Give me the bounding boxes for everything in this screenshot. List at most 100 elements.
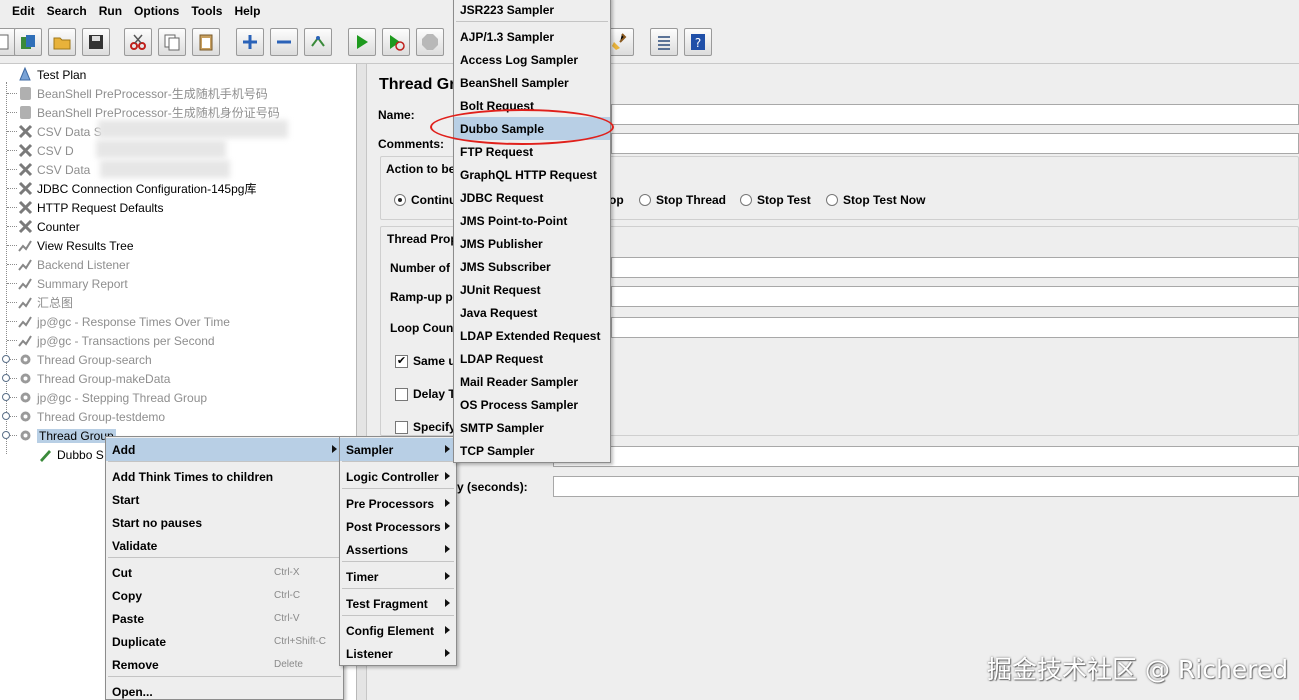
start-button[interactable] [348,28,376,56]
radio-stop-thread[interactable]: Stop Thread [639,193,726,207]
tree-expand-toggle[interactable] [2,431,10,439]
sampler-submenu-item[interactable]: Mail Reader Sampler [454,370,610,393]
function-helper-button[interactable] [650,28,678,56]
context-menu-item[interactable]: Add Think Times to children [106,465,343,488]
context-menu-item[interactable]: Validate [106,534,343,557]
collapse-all-button[interactable] [270,28,298,56]
tree-node[interactable]: jp@gc - Stepping Thread Group [16,388,207,407]
copy-button[interactable] [158,28,186,56]
num-threads-field[interactable] [611,257,1299,278]
save-button[interactable] [82,28,110,56]
sampler-submenu-item[interactable]: GraphQL HTTP Request [454,163,610,186]
sampler-submenu-item[interactable]: LDAP Extended Request [454,324,610,347]
sampler-submenu-item[interactable]: Java Request [454,301,610,324]
add-submenu-item[interactable]: Assertions [340,538,456,561]
comments-field[interactable] [611,133,1299,154]
add-submenu-item[interactable]: Logic Controller [340,465,456,488]
tree-node[interactable]: CSV Data S [16,122,102,141]
sampler-submenu-item[interactable]: LDAP Request [454,347,610,370]
sampler-submenu-item[interactable]: OS Process Sampler [454,393,610,416]
radio-stop[interactable]: op [609,193,624,207]
sampler-submenu-item[interactable]: JMS Point-to-Point [454,209,610,232]
tree-node[interactable]: Counter [16,217,80,236]
templates-button[interactable] [14,28,42,56]
tree-node[interactable]: Thread Group-search [16,350,152,369]
delay-label: Delay T [413,387,456,401]
menu-search[interactable]: Search [39,4,91,18]
sampler-submenu-item[interactable]: TCP Sampler [454,439,610,462]
submenu-arrow-icon [445,626,450,634]
add-submenu-item[interactable]: Listener [340,642,456,665]
context-menu-item[interactable]: Paste Ctrl-V [106,607,343,630]
tree-node[interactable]: View Results Tree [16,236,134,255]
sampler-submenu-item[interactable]: JMS Publisher [454,232,610,255]
radio-continue[interactable]: Continu [394,193,456,207]
startup-delay-field[interactable] [553,476,1299,497]
context-menu-item[interactable]: Remove Delete [106,653,343,676]
expand-all-button[interactable] [236,28,264,56]
tree-node[interactable]: CSV Data [16,160,90,179]
sampler-submenu-item[interactable]: AJP/1.3 Sampler [454,25,610,48]
tree-node[interactable]: BeanShell PreProcessor-生成随机手机号码 [16,84,268,103]
sampler-submenu-item[interactable]: JMS Subscriber [454,255,610,278]
help-button[interactable]: ? [684,28,712,56]
menu-edit[interactable]: Edit [4,4,39,18]
tree-node[interactable]: Thread Group [16,426,116,445]
tree-node[interactable]: CSV D [16,141,74,160]
radio-stop-test[interactable]: Stop Test [740,193,811,207]
tree-node[interactable]: HTTP Request Defaults [16,198,164,217]
tree-node[interactable]: 汇总图 [16,293,73,312]
tree-expand-toggle[interactable] [2,374,10,382]
sampler-submenu-item[interactable]: JDBC Request [454,186,610,209]
radio-stop-test-now[interactable]: Stop Test Now [826,193,925,207]
context-menu-item[interactable]: Start no pauses [106,511,343,534]
tree-expand-toggle[interactable] [2,393,10,401]
sampler-submenu-item[interactable]: Access Log Sampler [454,48,610,71]
context-menu-item[interactable]: Add [106,438,343,461]
add-submenu-item[interactable]: Sampler [340,438,456,461]
sampler-submenu-item[interactable]: JSR223 Sampler [454,0,610,21]
sampler-submenu-item[interactable]: JUnit Request [454,278,610,301]
tree-node[interactable]: jp@gc - Response Times Over Time [16,312,230,331]
delay-thread-checkbox[interactable]: Delay T [395,387,456,401]
sampler-submenu-item[interactable]: BeanShell Sampler [454,71,610,94]
add-submenu-item[interactable]: Timer [340,565,456,588]
toggle-button[interactable] [304,28,332,56]
tree-expand-toggle[interactable] [2,355,10,363]
context-menu-item[interactable]: Start [106,488,343,511]
tree-node[interactable]: Summary Report [16,274,128,293]
tree-node[interactable]: Backend Listener [16,255,130,274]
start-no-pauses-button[interactable] [382,28,410,56]
menu-help[interactable]: Help [226,4,264,18]
menu-run[interactable]: Run [91,4,126,18]
duration-field[interactable] [553,446,1299,467]
tree-node[interactable]: Thread Group-testdemo [16,407,165,426]
tree-node[interactable]: jp@gc - Transactions per Second [16,331,215,350]
add-submenu-item[interactable]: Post Processors [340,515,456,538]
add-submenu-item[interactable]: Pre Processors [340,492,456,515]
tree-node[interactable]: Dubbo S [36,445,104,464]
paste-button[interactable] [192,28,220,56]
menu-options[interactable]: Options [126,4,183,18]
loop-count-field[interactable] [611,317,1299,338]
tree-node[interactable]: Thread Group-makeData [16,369,170,388]
tree-root-node[interactable]: Test Plan [16,65,86,84]
context-menu-item[interactable]: Open... [106,680,343,700]
add-submenu-item[interactable]: Test Fragment [340,592,456,615]
sampler-submenu-item[interactable]: SMTP Sampler [454,416,610,439]
context-menu-item[interactable]: Duplicate Ctrl+Shift-C [106,630,343,653]
stop-button[interactable] [416,28,444,56]
tree-node[interactable]: JDBC Connection Configuration-145pg库 [16,179,256,198]
name-field[interactable] [611,104,1299,125]
add-submenu-item[interactable]: Config Element [340,619,456,642]
rampup-field[interactable] [611,286,1299,307]
open-button[interactable] [48,28,76,56]
tree-expand-toggle[interactable] [2,412,10,420]
menu-tools[interactable]: Tools [183,4,226,18]
cut-button[interactable] [124,28,152,56]
same-user-checkbox[interactable]: ✔ Same u [395,354,456,368]
context-menu-item[interactable]: Cut Ctrl-X [106,561,343,584]
specify-lifetime-checkbox[interactable]: Specify [395,420,456,434]
context-menu-item[interactable]: Copy Ctrl-C [106,584,343,607]
tree-node-label: 汇总图 [37,296,74,310]
